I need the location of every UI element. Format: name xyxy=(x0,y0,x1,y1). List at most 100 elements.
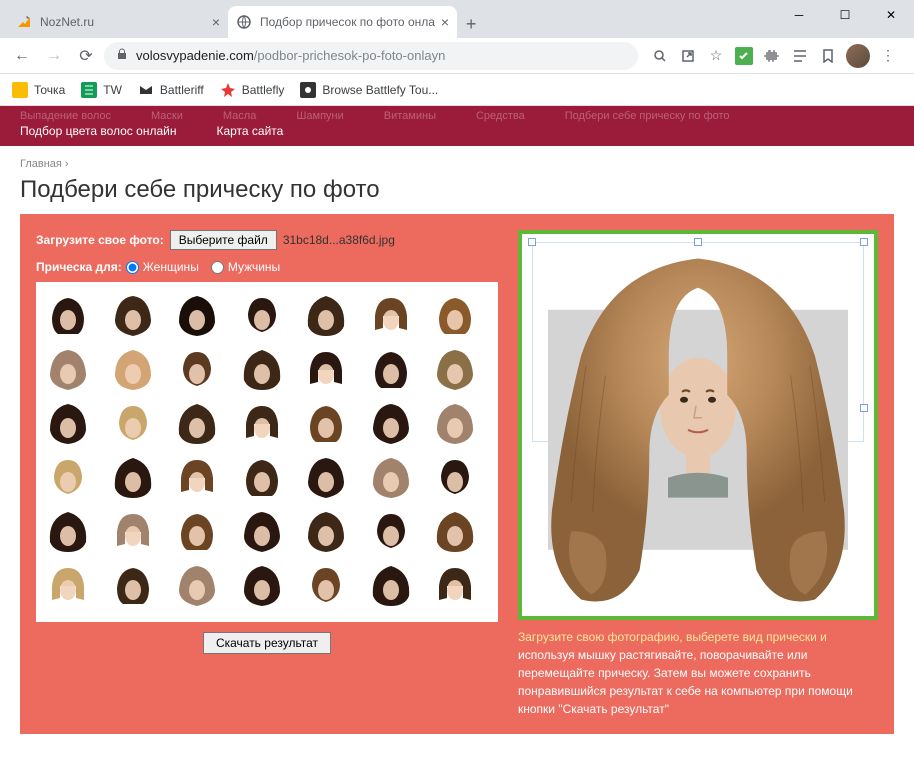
instructions-body: используя мышку растягивайте, поворачива… xyxy=(518,648,853,716)
hairstyle-option[interactable] xyxy=(300,342,352,394)
bookmark-item[interactable]: Browse Battlefy Tou... xyxy=(300,82,438,98)
hairstyle-option[interactable] xyxy=(42,342,94,394)
nav-link[interactable]: Маски xyxy=(151,110,183,122)
hairstyle-option[interactable] xyxy=(429,396,481,448)
hairstyle-option[interactable] xyxy=(300,450,352,502)
hairstyle-option[interactable] xyxy=(107,342,159,394)
hairstyle-option[interactable] xyxy=(236,450,288,502)
nav-link[interactable]: Подбор цвета волос онлайн xyxy=(20,124,176,138)
profile-avatar[interactable] xyxy=(846,44,870,68)
hairstyle-option[interactable] xyxy=(171,450,223,502)
upload-row: Загрузите свое фото: Выберите файл 31bc1… xyxy=(36,230,498,250)
bookmark-favicon xyxy=(12,82,28,98)
hairstyle-option[interactable] xyxy=(236,396,288,448)
bookmark-item[interactable]: TW xyxy=(81,82,122,98)
maximize-button[interactable]: ☐ xyxy=(822,0,868,30)
hairstyle-option[interactable] xyxy=(107,396,159,448)
hairstyle-option[interactable] xyxy=(300,558,352,610)
bookmarks-bar: Точка TW Battleriff Battlefly Browse Bat… xyxy=(0,74,914,106)
gender-female-label[interactable]: Женщины xyxy=(143,260,199,274)
gender-female-radio[interactable] xyxy=(126,261,139,274)
hairstyle-option[interactable] xyxy=(236,288,288,340)
hairstyle-option[interactable] xyxy=(42,450,94,502)
close-icon[interactable]: × xyxy=(441,14,449,30)
hairstyle-option[interactable] xyxy=(365,342,417,394)
hairstyle-option[interactable] xyxy=(429,450,481,502)
hairstyle-gallery[interactable] xyxy=(36,282,498,622)
checkmark-extension-icon[interactable] xyxy=(734,46,754,66)
bookmark-item[interactable]: Точка xyxy=(12,82,65,98)
hairstyle-option[interactable] xyxy=(107,558,159,610)
hairstyle-option[interactable] xyxy=(300,288,352,340)
new-tab-button[interactable]: + xyxy=(457,10,485,38)
hairstyle-option[interactable] xyxy=(365,288,417,340)
window-titlebar: NozNet.ru × Подбор причесок по фото онла… xyxy=(0,0,914,38)
hairstyle-option[interactable] xyxy=(171,288,223,340)
hairstyle-option[interactable] xyxy=(429,504,481,556)
close-button[interactable]: ✕ xyxy=(868,0,914,30)
hairstyle-option[interactable] xyxy=(42,288,94,340)
hairstyle-option[interactable] xyxy=(42,396,94,448)
nav-link[interactable]: Выпадение волос xyxy=(20,110,111,122)
menu-icon[interactable]: ⋮ xyxy=(878,46,898,66)
bookmark-favicon xyxy=(81,82,97,98)
breadcrumb[interactable]: Главная › xyxy=(20,158,894,170)
hairstyle-option[interactable] xyxy=(171,504,223,556)
hairstyle-option[interactable] xyxy=(236,504,288,556)
hairstyle-option[interactable] xyxy=(365,504,417,556)
minimize-button[interactable]: ─ xyxy=(776,0,822,30)
browser-tab[interactable]: NozNet.ru × xyxy=(8,6,228,38)
hairstyle-option[interactable] xyxy=(365,450,417,502)
hairstyle-option[interactable] xyxy=(107,450,159,502)
url-input[interactable]: volosvypadenie.com/podbor-prichesok-po-f… xyxy=(104,42,638,70)
bookmark-item[interactable]: Battleriff xyxy=(138,82,204,98)
download-button[interactable]: Скачать результат xyxy=(203,632,331,654)
star-icon[interactable]: ☆ xyxy=(706,46,726,66)
hairstyle-option[interactable] xyxy=(429,558,481,610)
hairstyle-option[interactable] xyxy=(429,288,481,340)
puzzle-icon[interactable] xyxy=(762,46,782,66)
hairstyle-option[interactable] xyxy=(236,558,288,610)
nav-link[interactable]: Витамины xyxy=(384,110,436,122)
instructions-highlight: Загрузите свою фотографию, выберете вид … xyxy=(518,630,827,644)
window-controls: ─ ☐ ✕ xyxy=(776,0,914,30)
bookmark-favicon xyxy=(300,82,316,98)
share-icon[interactable] xyxy=(678,46,698,66)
forward-button[interactable]: → xyxy=(40,42,68,70)
hairstyle-option[interactable] xyxy=(365,558,417,610)
hairstyle-option[interactable] xyxy=(236,342,288,394)
search-icon[interactable] xyxy=(650,46,670,66)
gender-male-radio[interactable] xyxy=(211,261,224,274)
hair-overlay[interactable] xyxy=(522,239,874,619)
close-icon[interactable]: × xyxy=(212,14,220,30)
bookmark-label: Точка xyxy=(34,83,65,97)
file-select-button[interactable]: Выберите файл xyxy=(170,230,277,250)
nav-link[interactable]: Шампуни xyxy=(296,110,343,122)
gender-male-label[interactable]: Мужчины xyxy=(228,260,280,274)
reload-button[interactable]: ⟳ xyxy=(72,42,100,70)
back-button[interactable]: ← xyxy=(8,42,36,70)
hairstyle-option[interactable] xyxy=(365,396,417,448)
hairstyle-option[interactable] xyxy=(171,342,223,394)
bookmark-item[interactable]: Battlefly xyxy=(220,82,285,98)
nav-link[interactable]: Масла xyxy=(223,110,256,122)
tab-favicon xyxy=(16,14,32,30)
nav-link[interactable]: Карта сайта xyxy=(216,124,283,138)
hairstyle-option[interactable] xyxy=(429,342,481,394)
hairstyle-option[interactable] xyxy=(300,396,352,448)
hairstyle-option[interactable] xyxy=(42,558,94,610)
hairstyle-option[interactable] xyxy=(171,396,223,448)
browser-tab-active[interactable]: Подбор причесок по фото онла × xyxy=(228,6,457,38)
bookmark-icon[interactable] xyxy=(818,46,838,66)
nav-link[interactable]: Подбери себе прическу по фото xyxy=(565,110,730,122)
list-icon[interactable] xyxy=(790,46,810,66)
hairstyle-option[interactable] xyxy=(107,504,159,556)
gender-row: Прическа для: Женщины Мужчины xyxy=(36,260,498,274)
hairstyle-option[interactable] xyxy=(300,504,352,556)
preview-canvas[interactable] xyxy=(518,230,878,620)
hairstyle-option[interactable] xyxy=(42,504,94,556)
hairstyle-option[interactable] xyxy=(107,288,159,340)
selected-filename: 31bc18d...a38f6d.jpg xyxy=(283,233,395,247)
hairstyle-option[interactable] xyxy=(171,558,223,610)
nav-link[interactable]: Средства xyxy=(476,110,525,122)
